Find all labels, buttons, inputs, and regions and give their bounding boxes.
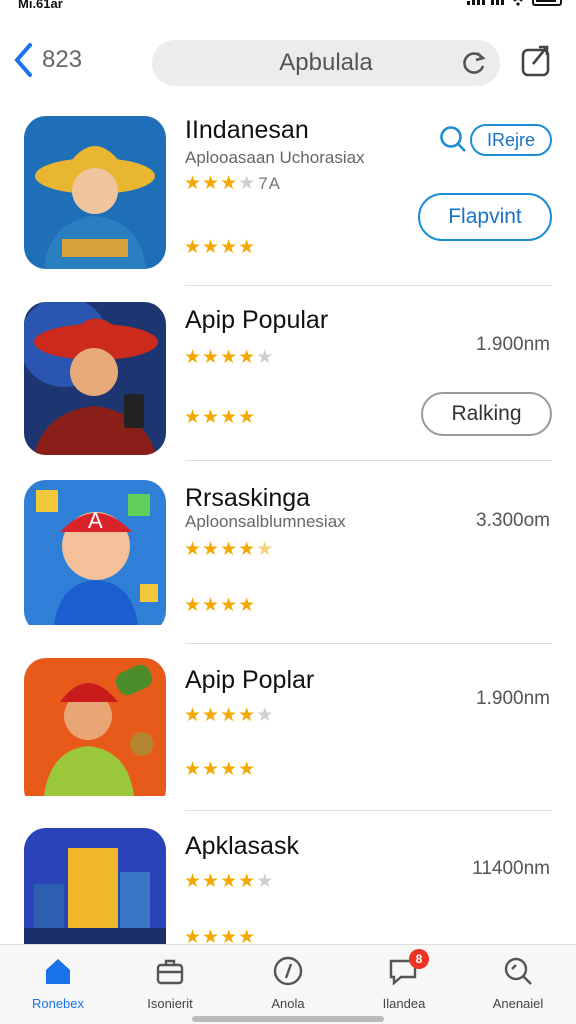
list-item[interactable]: Apip Popular ★★★★★ ★★★★ 1.900nm Ralking xyxy=(0,302,576,477)
carrier-label: Mi.61ar xyxy=(18,0,63,11)
get-button[interactable]: Flapvint xyxy=(418,193,552,241)
notification-badge: 8 xyxy=(409,949,429,969)
star-empty-icon: ★ xyxy=(238,173,257,194)
chevron-left-icon xyxy=(14,43,32,77)
status-icons xyxy=(467,0,562,6)
search-text: Apbulala xyxy=(279,49,373,76)
rating-stars: ★★★★★ xyxy=(184,539,275,560)
tab-label: Isonierit xyxy=(147,996,193,1011)
rating-stars: ★★★★★ xyxy=(184,347,275,368)
search-bar[interactable]: Apbulala xyxy=(152,40,500,86)
back-button[interactable]: 823 xyxy=(12,42,82,78)
rating-stars-secondary: ★★★★ xyxy=(184,595,257,616)
app-icon[interactable] xyxy=(24,116,166,269)
search-icon xyxy=(504,957,532,985)
app-icon[interactable] xyxy=(24,302,166,455)
list-item[interactable]: IIndanesan Aplooasaan Uchorasiax ★★★★ 7A … xyxy=(0,116,576,291)
compass-icon xyxy=(273,956,303,986)
share-icon[interactable] xyxy=(520,42,552,78)
home-indicator xyxy=(192,1016,384,1022)
tab-compass[interactable]: Anola xyxy=(238,955,338,1011)
rating-stars-secondary: ★★★★ xyxy=(184,407,257,428)
tab-chat[interactable]: 8 Ilandea xyxy=(354,949,454,1011)
tab-label: Ronebex xyxy=(31,996,85,1011)
tab-search[interactable]: Anenaiel xyxy=(468,955,568,1011)
briefcase-icon xyxy=(156,959,184,985)
back-count: 823 xyxy=(42,46,83,73)
rating-stars-secondary: ★★★★ xyxy=(184,759,257,780)
tag-group: IRejre xyxy=(438,124,552,156)
divider xyxy=(185,643,552,644)
tab-briefcase[interactable]: Isonierit xyxy=(120,955,220,1011)
rating-text: 7A xyxy=(258,174,281,193)
refresh-icon[interactable] xyxy=(460,49,488,77)
app-title: Apip Poplar xyxy=(185,666,315,694)
wifi-icon xyxy=(513,0,523,6)
tab-label: Anola xyxy=(271,996,305,1011)
app-size: 3.300om xyxy=(476,510,550,531)
home-icon xyxy=(46,959,70,984)
rating-stars: ★★★★★ xyxy=(184,705,275,726)
app-title: Apklasask xyxy=(185,832,299,860)
battery-icon xyxy=(532,0,562,6)
app-title: Apip Popular xyxy=(185,306,329,334)
signal-icon-2 xyxy=(491,0,504,5)
divider xyxy=(185,460,552,461)
app-title: IIndanesan xyxy=(185,116,309,144)
status-bar: Mi.61ar xyxy=(0,0,576,14)
ranking-button[interactable]: Ralking xyxy=(421,392,552,436)
app-size: 11400nm xyxy=(472,858,550,879)
list-item[interactable]: A Rrsaskinga Aploonsalblumnesiax ★★★★★ ★… xyxy=(0,480,576,655)
app-subtitle: Aploonsalblumnesiax xyxy=(185,512,346,531)
rating-stars: ★★★★★ xyxy=(184,871,275,892)
tag-button[interactable]: IRejre xyxy=(470,124,552,156)
star-icon: ★ xyxy=(202,173,221,194)
signal-icon xyxy=(467,0,485,5)
star-icon: ★ xyxy=(184,173,203,194)
list-item[interactable]: Apip Poplar ★★★★★ ★★★★ 1.900nm xyxy=(0,658,576,833)
divider xyxy=(185,810,552,811)
app-subtitle: Aplooasaan Uchorasiax xyxy=(185,148,365,167)
search-icon xyxy=(440,126,466,152)
svg-text:A: A xyxy=(88,508,103,533)
app-icon[interactable] xyxy=(24,658,166,811)
star-icon: ★ xyxy=(220,173,239,194)
app-size: 1.900nm xyxy=(476,334,550,355)
app-title: Rrsaskinga xyxy=(185,484,311,512)
app-size: 1.900nm xyxy=(476,688,550,709)
tab-bar: Ronebex Isonierit Anola 8 Ilandea Anenai… xyxy=(0,944,576,1024)
rating-stars: ★★★★ 7A xyxy=(184,172,281,195)
rating-stars-secondary: ★★★★ xyxy=(184,237,257,258)
app-icon[interactable] xyxy=(24,828,166,944)
divider xyxy=(185,285,552,286)
nav-bar: 823 Apbulala xyxy=(0,34,576,94)
tab-label: Anenaiel xyxy=(492,996,544,1011)
tab-home[interactable]: Ronebex xyxy=(8,955,108,1011)
tab-label: Ilandea xyxy=(382,996,426,1011)
app-icon[interactable]: A xyxy=(24,480,166,633)
